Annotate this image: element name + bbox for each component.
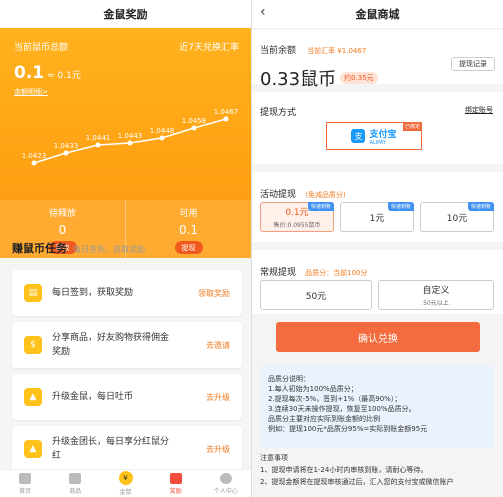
gift-icon bbox=[169, 472, 182, 484]
alipay-option[interactable]: 支 支付宝 ALIPAY 已绑定 bbox=[326, 122, 422, 150]
regular-title: 常规提现 bbox=[260, 268, 297, 278]
balance-label: 当前余额 bbox=[260, 46, 297, 56]
available-value: 0.1 bbox=[178, 223, 199, 237]
balance-value: 0.33鼠币 bbox=[260, 69, 337, 90]
amount-option-custom[interactable]: 自定义 50元以上 bbox=[378, 280, 494, 310]
rate-point bbox=[127, 140, 133, 146]
page-title: 金鼠奖励 bbox=[103, 8, 148, 21]
calendar-icon: ▤ bbox=[24, 284, 42, 302]
balance-panel: 当前鼠币总额 近7天兑换汇率 0.1 ≈ 0.1元 余额明细> 1.0423 1.… bbox=[0, 28, 251, 258]
rate-point bbox=[223, 116, 229, 122]
approx-value: ≈ 0.1元 bbox=[47, 71, 81, 81]
back-icon[interactable]: ‹ bbox=[260, 4, 266, 20]
rate-data-label: 1.0433 bbox=[54, 142, 79, 150]
rate-data-label: 1.0448 bbox=[150, 127, 175, 135]
coin-icon: ¥ bbox=[118, 471, 133, 485]
pending-label: 待释放 bbox=[48, 209, 76, 219]
confirm-exchange-button[interactable]: 确认兑换 bbox=[276, 322, 480, 352]
rate-text: 当前汇率 ¥1.0467 bbox=[307, 47, 367, 55]
person-icon bbox=[219, 472, 232, 484]
task-text: 每日签到，获取奖励 bbox=[52, 288, 134, 298]
home-icon bbox=[19, 472, 32, 484]
rate-point bbox=[95, 142, 101, 148]
tasks-header: 赚鼠币任务 每日签到，获取奖励 bbox=[12, 240, 145, 256]
mall-screen: ‹ 金鼠商城 当前余额 当前汇率 ¥1.0467 0.33鼠币 约0.35元 提… bbox=[252, 0, 503, 497]
nav-bar: 金鼠奖励 bbox=[0, 0, 251, 28]
tab-home[interactable]: 首页 bbox=[0, 470, 50, 497]
rate-data-label: 1.0441 bbox=[86, 134, 111, 142]
available-label: 可用 bbox=[179, 209, 198, 219]
alipay-name: 支付宝 bbox=[369, 129, 397, 140]
rate-point bbox=[31, 160, 37, 166]
rate-data-label: 1.0443 bbox=[118, 132, 143, 140]
task-item-share[interactable]: $ 分享商品，好友购物获得佣金奖励 去邀请 bbox=[12, 322, 242, 368]
tasks-subtitle: 每日签到，获取奖励 bbox=[73, 245, 145, 254]
quality-info-box: 品质分说明： 1.每人初始为100%品质分； 2.提现每次-5%，签到+1%（最… bbox=[260, 366, 494, 448]
task-item-upgrade-leader[interactable]: ▲ 升级金团长，每日享分红鼠分红 去升级 bbox=[12, 426, 242, 472]
upgrade-arrow-icon: ▲ bbox=[24, 440, 42, 458]
task-action[interactable]: 领取奖励 bbox=[198, 288, 230, 299]
balance-yuan-badge: 约0.35元 bbox=[340, 72, 378, 84]
regular-card: 常规提现 品质分：当前100分 50元 自定义 50元以上 bbox=[252, 250, 503, 314]
tab-rewards[interactable]: 奖励 bbox=[151, 470, 201, 497]
task-action[interactable]: 去升级 bbox=[206, 392, 230, 403]
regular-subtitle: 品质分：当前100分 bbox=[305, 269, 368, 277]
method-card: 提现方式 绑定账号 支 支付宝 ALIPAY 已绑定 bbox=[252, 92, 503, 164]
task-text: 升级金团长，每日享分红鼠分红 bbox=[52, 437, 170, 461]
tab-bar: 首页 商品 ¥ 金鼠 奖励 个人中心 bbox=[0, 469, 251, 497]
tab-golden-mouse[interactable]: ¥ 金鼠 bbox=[100, 470, 150, 497]
total-value: 0.1 bbox=[14, 63, 45, 83]
balance-details-link[interactable]: 余额明细> bbox=[0, 83, 251, 97]
rate-point bbox=[63, 150, 69, 156]
upgrade-arrow-icon: ▲ bbox=[24, 388, 42, 406]
task-action[interactable]: 去邀请 bbox=[206, 340, 230, 351]
tab-profile[interactable]: 个人中心 bbox=[201, 470, 251, 497]
notes-section: 注意事项 1、提现申请将在1-24小时内审核到账，请耐心等待。 2、提现金额将在… bbox=[260, 452, 494, 488]
amount-option-10[interactable]: 快速到账 10元 bbox=[420, 202, 494, 232]
alipay-en: ALIPAY bbox=[369, 139, 386, 146]
rate-line-chart: 1.0423 1.0433 1.0441 1.0443 1.0448 1.0458 1.04… bbox=[22, 108, 239, 166]
total-label: 当前鼠币总额 bbox=[14, 43, 69, 53]
activity-card: 活动提现 (免减品质分) 快速到账 0.1元 售价:0.0955鼠币 快速到账 … bbox=[252, 172, 503, 242]
task-action[interactable]: 去升级 bbox=[206, 444, 230, 455]
notes-title: 注意事项 bbox=[260, 454, 288, 462]
bag-icon bbox=[69, 472, 82, 484]
bind-account-link[interactable]: 绑定账号 bbox=[465, 105, 493, 115]
alipay-icon: 支 bbox=[351, 129, 366, 143]
nav-bar: ‹ 金鼠商城 bbox=[252, 0, 503, 28]
activity-title: 活动提现 bbox=[260, 190, 297, 200]
tab-products[interactable]: 商品 bbox=[50, 470, 100, 497]
tasks-title: 赚鼠币任务 bbox=[12, 242, 67, 255]
task-text: 升级金鼠，每日吐币 bbox=[52, 392, 134, 402]
rate-data-label: 1.0423 bbox=[22, 152, 47, 160]
rewards-screen: 金鼠奖励 当前鼠币总额 近7天兑换汇率 0.1 ≈ 0.1元 余额明细> 1.0… bbox=[0, 0, 251, 497]
amount-option-50[interactable]: 50元 bbox=[260, 280, 372, 310]
money-bag-icon: $ bbox=[24, 336, 42, 354]
records-button[interactable]: 提现记录 bbox=[451, 57, 495, 71]
bound-badge: 已绑定 bbox=[402, 122, 422, 131]
rate-data-label: 1.0458 bbox=[182, 117, 207, 125]
withdraw-button[interactable]: 提现 bbox=[174, 241, 203, 254]
rate-point bbox=[191, 125, 197, 131]
task-text: 分享商品，好友购物获得佣金奖励 bbox=[52, 333, 170, 357]
activity-subtitle: (免减品质分) bbox=[305, 191, 346, 199]
task-item-checkin[interactable]: ▤ 每日签到，获取奖励 领取奖励 bbox=[12, 270, 242, 316]
rate-data-label: 1.0467 bbox=[214, 108, 239, 116]
amount-option-1[interactable]: 快速到账 1元 bbox=[340, 202, 414, 232]
pending-value: 0 bbox=[58, 223, 67, 237]
rate-label: 近7天兑换汇率 bbox=[179, 43, 239, 53]
rate-point bbox=[159, 135, 165, 141]
amount-option-0-1[interactable]: 快速到账 0.1元 售价:0.0955鼠币 bbox=[260, 202, 334, 232]
task-item-upgrade-mouse[interactable]: ▲ 升级金鼠，每日吐币 去升级 bbox=[12, 374, 242, 420]
method-label: 提现方式 bbox=[260, 108, 297, 118]
page-title: 金鼠商城 bbox=[355, 8, 400, 21]
balance-card: 当前余额 当前汇率 ¥1.0467 0.33鼠币 约0.35元 提现记录 bbox=[252, 30, 503, 90]
